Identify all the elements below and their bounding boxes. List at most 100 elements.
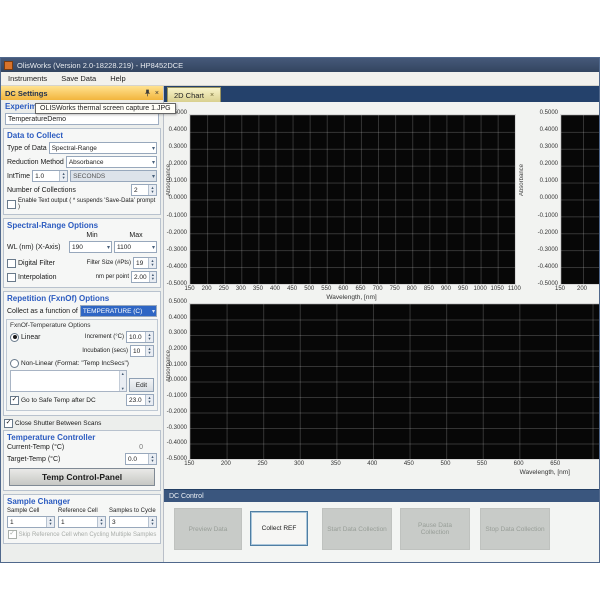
tick-label: 550	[318, 286, 335, 292]
tick-label: 0.3000	[169, 144, 187, 150]
close-shutter-checkbox[interactable]: ✓	[4, 419, 13, 428]
increment-stepper[interactable]: 10.0▴▾	[126, 331, 154, 343]
tick-label: -0.1000	[538, 213, 558, 219]
spin-down-icon[interactable]: ▾	[152, 277, 154, 282]
menu-help[interactable]: Help	[110, 74, 125, 83]
tick-label: 150	[549, 286, 571, 292]
stop-data-collection-button[interactable]: Stop Data Collection	[480, 508, 550, 550]
repetition-group: Repetition (FxnOf) Options Collect as a …	[3, 291, 161, 416]
digital-filter-checkbox[interactable]	[7, 259, 16, 268]
current-temp-value: 0	[139, 444, 143, 451]
y-axis-ticks: 0.50000.40000.30000.20000.10000.0000-0.1…	[530, 110, 558, 287]
spin-down-icon[interactable]: ▾	[148, 337, 150, 342]
tick-label: 450	[284, 286, 301, 292]
spin-down-icon[interactable]: ▾	[49, 522, 51, 527]
inttime-units-select[interactable]: SECONDS▾	[70, 170, 157, 182]
pause-data-collection-button[interactable]: Pause Data Collection	[400, 508, 470, 550]
tick-label: 350	[317, 461, 354, 467]
fxnof-temperature-options: FxnOf-Temperature Options Linear Increme…	[6, 319, 158, 411]
reduction-method-select[interactable]: Absorbance▾	[66, 156, 157, 168]
tick-label: 400	[354, 461, 391, 467]
chevron-down-icon: ▾	[152, 173, 155, 180]
tick-label: 850	[420, 286, 437, 292]
tick-label: 0.1000	[169, 178, 187, 184]
linear-label: Linear	[21, 334, 83, 341]
window-title: OlisWorks (Version 2.0-18228.219) - HP84…	[17, 61, 183, 70]
spin-down-icon[interactable]: ▾	[151, 522, 153, 527]
increment-label: Increment (°C)	[85, 334, 124, 340]
x-axis-ticks: 1502002503003504004505005506006507007508…	[181, 286, 523, 292]
skip-reference-checkbox[interactable]: ✓	[8, 530, 17, 539]
samples-to-cycle-label: Samples to Cycle	[109, 508, 157, 514]
spin-down-icon[interactable]: ▾	[148, 400, 150, 405]
safe-temp-checkbox[interactable]: ✓	[10, 396, 19, 405]
pin-icon[interactable]	[144, 89, 151, 97]
incubation-label: Incubation (secs)	[82, 348, 128, 354]
tick-label: 700	[369, 286, 386, 292]
interpolation-checkbox[interactable]	[7, 273, 16, 282]
spin-down-icon[interactable]: ▾	[100, 522, 102, 527]
menu-instruments[interactable]: Instruments	[8, 74, 47, 83]
spin-up-icon[interactable]: ▴	[122, 371, 124, 376]
dc-settings-header[interactable]: DC Settings ×	[1, 86, 163, 100]
title-bar[interactable]: OlisWorks (Version 2.0-18228.219) - HP84…	[1, 58, 599, 72]
chevron-down-icon: ▾	[107, 244, 110, 251]
tick-label: 0.2000	[169, 161, 187, 167]
experiment-input[interactable]: TemperatureDemo	[5, 113, 159, 125]
incubation-stepper[interactable]: 10▴▾	[130, 345, 154, 357]
sample-cell-stepper[interactable]: 1▴▾	[7, 516, 55, 528]
tab-2d-chart[interactable]: 2D Chart ×	[167, 87, 221, 102]
sample-changer-group: Sample Changer Sample Cell 1▴▾ Reference…	[3, 494, 161, 544]
close-icon[interactable]: ×	[155, 90, 159, 97]
spin-down-icon[interactable]: ▾	[151, 263, 153, 268]
edit-button[interactable]: Edit	[129, 378, 154, 392]
preview-data-button[interactable]: Preview Data	[174, 508, 242, 550]
dc-control-panel: DC Control Preview Data Collect REF Star…	[164, 489, 599, 562]
app-window: OlisWorks (Version 2.0-18228.219) - HP84…	[0, 57, 600, 563]
app-icon	[4, 61, 13, 70]
type-of-data-select[interactable]: Spectral-Range▾	[49, 142, 157, 154]
spin-down-icon[interactable]: ▾	[62, 176, 64, 181]
nonlinear-textarea[interactable]: ▴▾	[10, 370, 127, 392]
spectrum-plot-top-right[interactable]	[560, 114, 599, 285]
safe-temp-label: Go to Safe Temp after DC	[21, 397, 124, 404]
target-temp-label: Target-Temp (°C)	[7, 456, 123, 463]
tick-label: 350	[249, 286, 266, 292]
tick-label: 0.3000	[540, 144, 558, 150]
tick-label: 600	[335, 286, 352, 292]
tick-label: -0.4000	[167, 264, 187, 270]
menu-save-data[interactable]: Save Data	[61, 74, 96, 83]
tick-label: 0.3000	[169, 330, 187, 336]
nonlinear-radio[interactable]	[10, 359, 19, 368]
collect-ref-button[interactable]: Collect REF	[250, 511, 308, 546]
interpolation-label: Interpolation	[18, 274, 94, 281]
filter-size-stepper[interactable]: 19▴▾	[133, 257, 157, 269]
wl-min-select[interactable]: 190▾	[69, 241, 112, 253]
target-temp-stepper[interactable]: 0.0▴▾	[125, 453, 157, 465]
spectrum-plot-top[interactable]	[189, 114, 516, 285]
min-label: Min	[71, 232, 113, 239]
safe-temp-stepper[interactable]: 23.0▴▾	[126, 394, 154, 406]
digital-filter-label: Digital Filter	[18, 260, 85, 267]
collections-stepper[interactable]: 2▴▾	[131, 184, 157, 196]
tick-label: 450	[391, 461, 428, 467]
spin-down-icon[interactable]: ▾	[148, 351, 150, 356]
spin-down-icon[interactable]: ▾	[151, 459, 153, 464]
spin-down-icon[interactable]: ▾	[151, 190, 153, 195]
inttime-stepper[interactable]: 1.0▴▾	[32, 170, 68, 182]
tab-close-icon[interactable]: ×	[210, 92, 214, 99]
tick-label: 900	[437, 286, 454, 292]
spectrum-plot-bottom[interactable]	[189, 303, 599, 460]
collect-fn-select[interactable]: TEMPERATURE (C)▾	[80, 305, 157, 317]
nm-per-point-stepper[interactable]: 2.00▴▾	[131, 271, 157, 283]
samples-to-cycle-stepper[interactable]: 3▴▾	[109, 516, 157, 528]
spin-down-icon[interactable]: ▾	[122, 386, 124, 391]
wl-max-select[interactable]: 1100▾	[114, 241, 157, 253]
reference-cell-stepper[interactable]: 1▴▾	[58, 516, 106, 528]
linear-radio[interactable]	[10, 333, 19, 342]
tick-label: 0.4000	[169, 127, 187, 133]
tick-label: -0.3000	[167, 425, 187, 431]
enable-text-output-checkbox[interactable]	[7, 200, 16, 209]
start-data-collection-button[interactable]: Start Data Collection	[322, 508, 392, 550]
temp-control-panel-button[interactable]: Temp Control-Panel	[9, 468, 155, 486]
